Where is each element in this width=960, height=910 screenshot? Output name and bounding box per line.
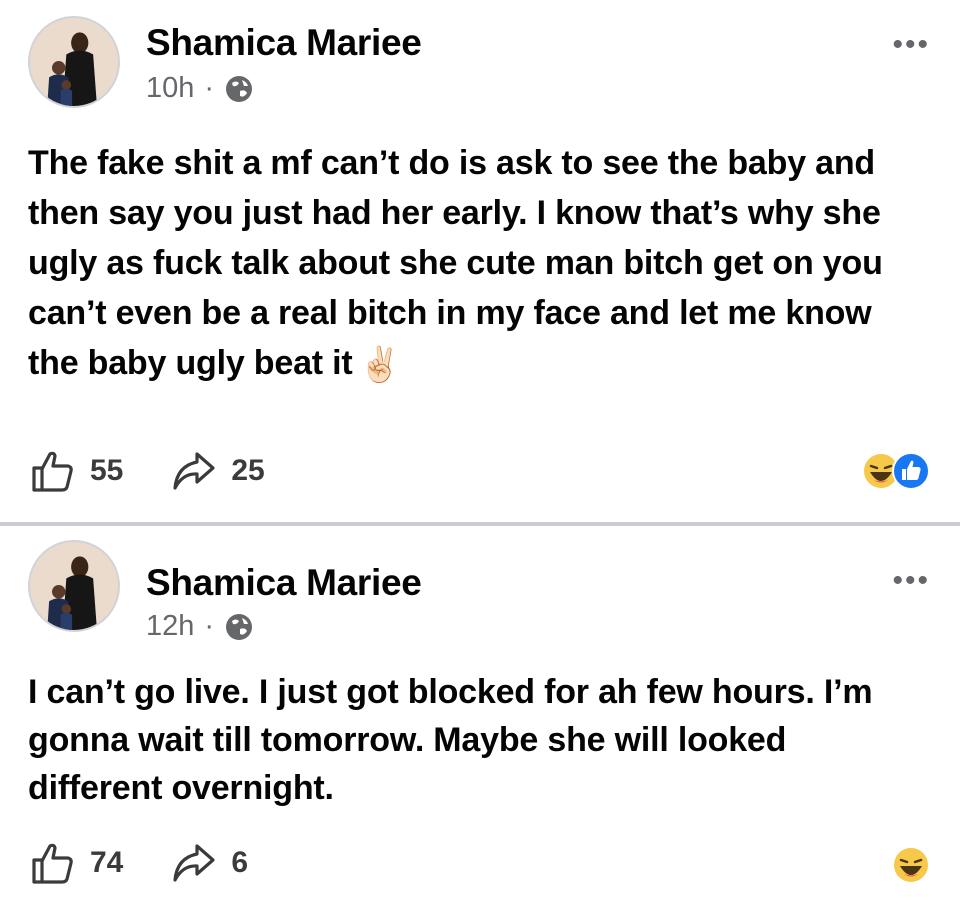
post-actions: 74 6 [30, 842, 296, 884]
like-button[interactable]: 55 [30, 450, 123, 492]
share-button[interactable]: 25 [171, 450, 265, 492]
thumbs-up-icon [32, 451, 73, 492]
post-time[interactable]: 10h [146, 72, 194, 105]
share-count: 6 [231, 846, 249, 879]
post-time[interactable]: 12h [146, 610, 194, 643]
author-name[interactable]: Shamica Mariee [146, 22, 422, 64]
post-1: Shamica Mariee 10h · ••• The fake shit a… [0, 0, 960, 522]
share-button[interactable]: 6 [171, 842, 248, 884]
post-meta: 10h · [146, 72, 254, 105]
reaction-summary[interactable] [892, 846, 930, 884]
reaction-summary[interactable] [862, 452, 930, 490]
like-icon [892, 452, 930, 490]
author-avatar[interactable] [28, 16, 120, 108]
more-options-button[interactable]: ••• [892, 30, 930, 60]
avatar-photo [30, 542, 118, 630]
share-count: 25 [231, 454, 265, 487]
share-arrow-icon [173, 844, 215, 882]
globe-icon [226, 613, 253, 640]
avatar-photo [30, 18, 118, 106]
meta-dot: · [204, 610, 215, 642]
author-name[interactable]: Shamica Mariee [146, 562, 422, 604]
author-avatar[interactable] [28, 540, 120, 632]
post-text-content: The fake shit a mf can’t do is ask to se… [28, 144, 883, 382]
laugh-icon [892, 846, 930, 884]
thumbs-up-icon [32, 843, 73, 884]
post-meta: 12h · [146, 610, 254, 643]
post-text: I can’t go live. I just got blocked for … [28, 668, 888, 812]
share-arrow-icon [173, 452, 215, 490]
globe-icon [226, 75, 253, 102]
post-text: The fake shit a mf can’t do is ask to se… [28, 138, 928, 390]
meta-dot: · [204, 72, 215, 104]
post-2: Shamica Mariee 12h · ••• I can’t go live… [0, 526, 960, 910]
victory-hand-emoji: ✌🏻 [358, 346, 401, 385]
post-actions: 55 25 [30, 450, 313, 492]
more-options-button[interactable]: ••• [892, 566, 930, 596]
post-text-content: I can’t go live. I just got blocked for … [28, 673, 873, 807]
like-count: 55 [90, 454, 124, 487]
like-count: 74 [90, 846, 124, 879]
like-button[interactable]: 74 [30, 842, 123, 884]
